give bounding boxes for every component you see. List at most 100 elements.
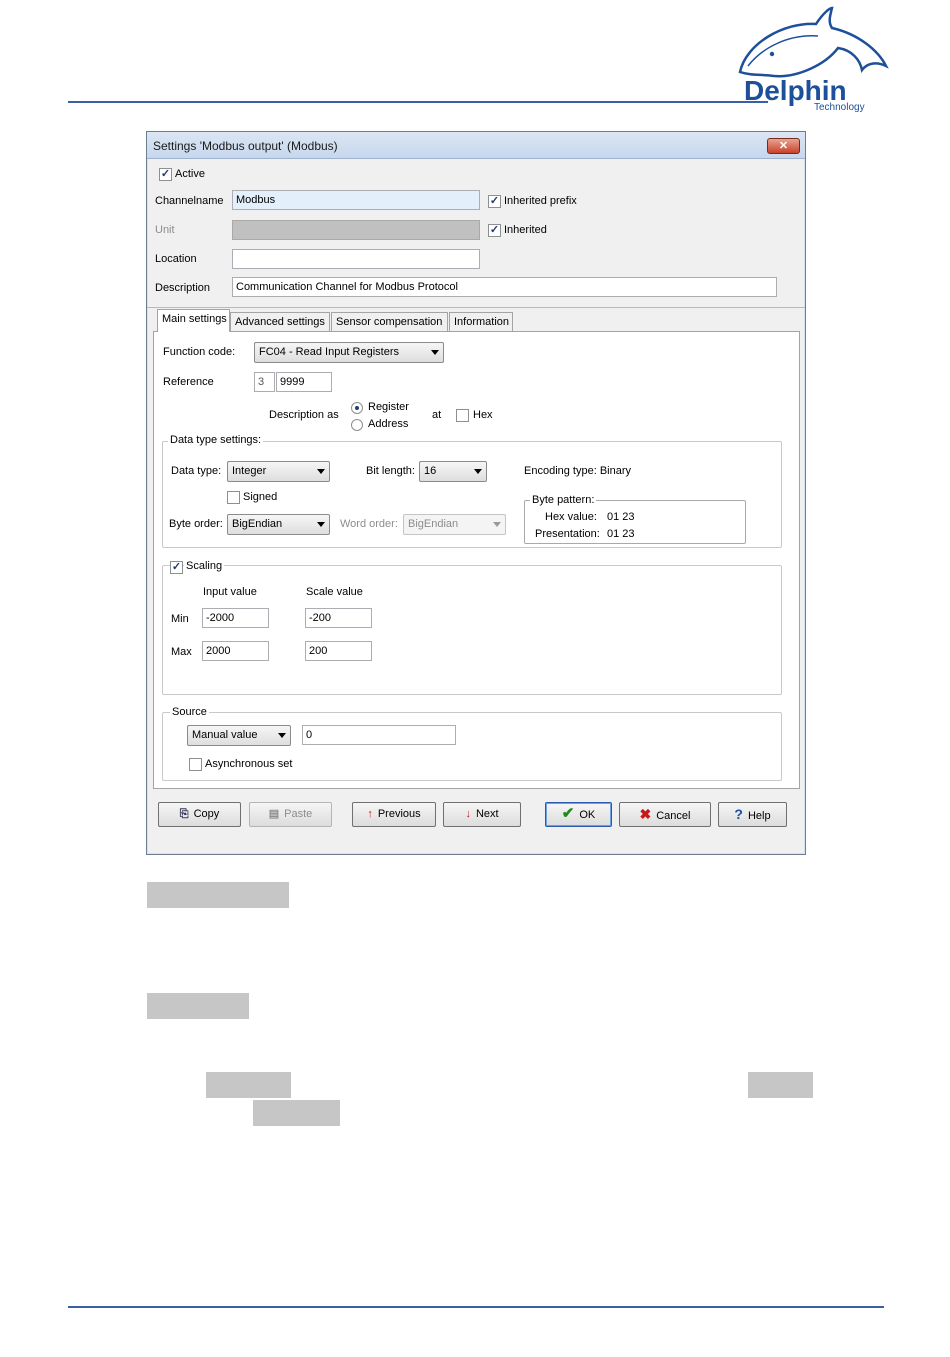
- byte-pattern-group: Byte pattern: Hex value: 01 23 Presentat…: [524, 494, 746, 544]
- hex-label: Hex: [473, 409, 493, 421]
- address-label: Address: [368, 418, 409, 430]
- source-title: Source: [170, 706, 209, 718]
- unit-field[interactable]: [232, 220, 480, 240]
- help-label: Help: [747, 810, 771, 822]
- paste-label: Paste: [284, 808, 313, 820]
- tab-label: Main settings: [162, 313, 227, 325]
- scale-value-header: Scale value: [306, 586, 363, 598]
- ok-label: OK: [579, 809, 596, 821]
- data-type-select[interactable]: Integer: [227, 461, 330, 482]
- bit-length-label: Bit length:: [366, 465, 415, 477]
- copy-icon: ⎘: [179, 808, 189, 820]
- redacted-text-block: [748, 1072, 813, 1098]
- separator: [147, 307, 805, 308]
- description-field[interactable]: Communication Channel for Modbus Protoco…: [232, 277, 777, 297]
- source-select[interactable]: Manual value: [187, 725, 291, 746]
- inherited-prefix-label: Inherited prefix: [504, 195, 577, 207]
- byte-order-value: BigEndian: [232, 518, 283, 530]
- tab-label: Sensor compensation: [336, 316, 443, 328]
- data-type-label: Data type:: [171, 465, 222, 477]
- address-radio[interactable]: [351, 419, 363, 431]
- word-order-value: BigEndian: [408, 518, 459, 530]
- register-radio[interactable]: [351, 402, 363, 414]
- reference-prefix-field[interactable]: 3: [254, 372, 275, 392]
- dialog-title: Settings 'Modbus output' (Modbus): [153, 139, 338, 153]
- dialog-titlebar[interactable]: Settings 'Modbus output' (Modbus) ✕: [147, 132, 805, 159]
- reference-field[interactable]: 9999: [276, 372, 332, 392]
- main-settings-panel: Function code: FC04 - Read Input Registe…: [153, 331, 800, 789]
- chevron-down-icon: [317, 469, 325, 474]
- manual-value-field[interactable]: 0: [302, 725, 456, 745]
- inherited-label: Inherited: [504, 224, 547, 236]
- chevron-down-icon: [431, 350, 439, 355]
- max-scale-field[interactable]: 200: [305, 641, 372, 661]
- presentation-label: Presentation:: [535, 528, 600, 540]
- register-label: Register: [368, 401, 409, 413]
- encoding-type-label: Encoding type: Binary: [524, 465, 632, 477]
- inherited-checkbox[interactable]: ✓: [488, 224, 501, 237]
- location-field[interactable]: [232, 249, 480, 269]
- scaling-label: Scaling: [184, 560, 225, 572]
- scaling-checkbox[interactable]: ✓: [170, 561, 183, 574]
- function-code-value: FC04 - Read Input Registers: [259, 346, 400, 358]
- redacted-text-block: [253, 1100, 340, 1126]
- hex-value-label: Hex value:: [545, 511, 597, 523]
- tab-label: Information: [454, 316, 510, 328]
- scaling-group: ✓ Scaling Input value Scale value Min -2…: [162, 560, 782, 695]
- tab-advanced-settings[interactable]: Advanced settings: [230, 312, 330, 331]
- byte-order-select[interactable]: BigEndian: [227, 514, 330, 535]
- max-label: Max: [171, 646, 192, 658]
- tab-sensor-compensation[interactable]: Sensor compensation: [331, 312, 448, 331]
- paste-icon: ▤: [268, 808, 280, 820]
- cancel-button[interactable]: ✖ Cancel: [619, 802, 711, 827]
- tab-main-settings[interactable]: Main settings: [157, 309, 230, 332]
- logo-subtext: Technology: [814, 102, 865, 112]
- previous-button[interactable]: ↑ Previous: [352, 802, 436, 827]
- delphin-logo: Delphin Technology: [738, 6, 889, 112]
- tab-information[interactable]: Information: [449, 312, 513, 331]
- source-group: Source Manual value 0 Asynchronous set: [162, 706, 782, 781]
- arrow-up-icon: ↑: [367, 808, 373, 820]
- paste-button[interactable]: ▤ Paste: [249, 802, 332, 827]
- byte-pattern-title: Byte pattern:: [530, 494, 597, 506]
- function-code-select[interactable]: FC04 - Read Input Registers: [254, 342, 444, 363]
- word-order-label: Word order:: [340, 518, 398, 530]
- at-label: at: [432, 409, 442, 421]
- word-order-select[interactable]: BigEndian: [403, 514, 506, 535]
- hex-checkbox[interactable]: [456, 409, 469, 422]
- copy-label: Copy: [193, 808, 220, 820]
- max-input-field[interactable]: 2000: [202, 641, 269, 661]
- signed-checkbox[interactable]: [227, 491, 240, 504]
- header-rule: [68, 101, 768, 103]
- chevron-down-icon: [493, 522, 501, 527]
- data-type-value: Integer: [232, 465, 267, 477]
- asynchronous-set-checkbox[interactable]: [189, 758, 202, 771]
- chevron-down-icon: [474, 469, 482, 474]
- ok-button[interactable]: ✔ OK: [545, 802, 612, 827]
- chevron-down-icon: [317, 522, 325, 527]
- checkmark-icon: ✔: [561, 805, 575, 822]
- bit-length-value: 16: [424, 465, 437, 477]
- inherited-prefix-checkbox[interactable]: ✓: [488, 195, 501, 208]
- channelname-label: Channelname: [155, 195, 224, 207]
- next-button[interactable]: ↓ Next: [443, 802, 521, 827]
- channelname-field[interactable]: Modbus: [232, 190, 480, 210]
- cancel-label: Cancel: [656, 810, 691, 822]
- reference-label: Reference: [163, 376, 214, 388]
- copy-button[interactable]: ⎘ Copy: [158, 802, 241, 827]
- hex-value: 01 23: [607, 511, 635, 523]
- signed-label: Signed: [243, 491, 278, 503]
- help-question-icon: ?: [734, 806, 743, 822]
- help-button[interactable]: ? Help: [718, 802, 787, 827]
- active-checkbox[interactable]: ✓: [159, 168, 172, 181]
- next-label: Next: [475, 808, 499, 820]
- min-scale-field[interactable]: -200: [305, 608, 372, 628]
- source-value: Manual value: [192, 729, 258, 741]
- close-button[interactable]: ✕: [767, 138, 800, 154]
- unit-label: Unit: [155, 224, 175, 236]
- byte-order-label: Byte order:: [169, 518, 223, 530]
- previous-label: Previous: [377, 808, 421, 820]
- bit-length-select[interactable]: 16: [419, 461, 487, 482]
- min-input-field[interactable]: -2000: [202, 608, 269, 628]
- active-label: Active: [175, 168, 205, 180]
